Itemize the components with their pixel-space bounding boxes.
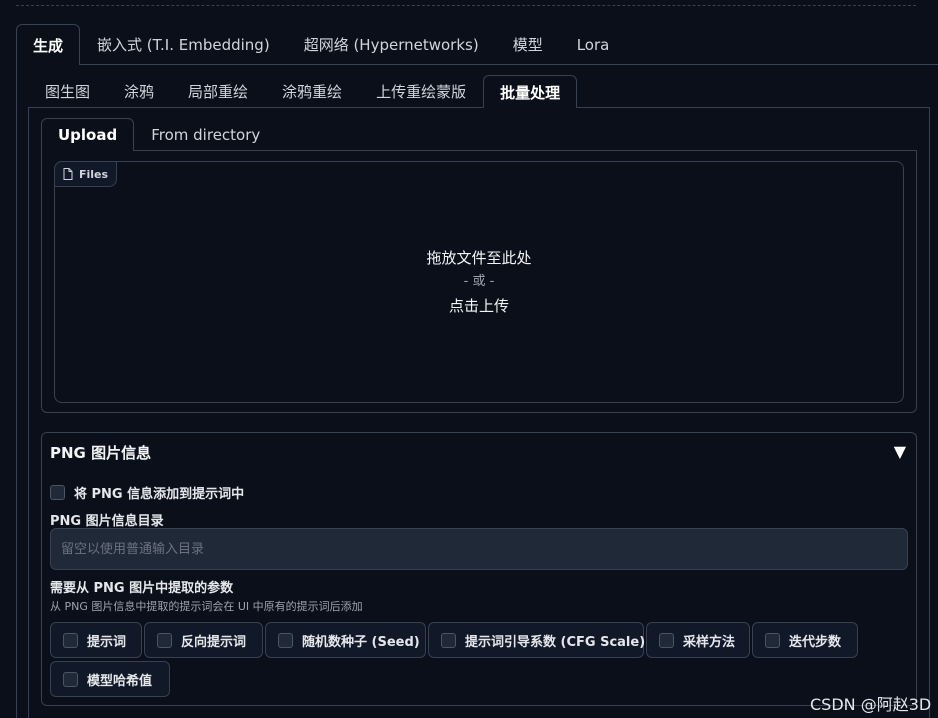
watermark: CSDN @阿赵3D	[810, 695, 932, 714]
param-prompt-checkbox[interactable]	[63, 632, 78, 648]
add-png-info-option[interactable]: 将 PNG 信息添加到提示词中	[50, 483, 244, 502]
param-negative-prompt-checkbox[interactable]	[157, 632, 172, 648]
collapse-caret-icon[interactable]: ▼	[894, 442, 906, 461]
files-badge-label: Files	[79, 167, 109, 181]
param-sampler-checkbox[interactable]	[659, 632, 674, 648]
drop-here-text: 拖放文件至此处	[426, 249, 532, 267]
param-negative-prompt-label: 反向提示词	[181, 634, 247, 650]
param-model-hash[interactable]: 模型哈希值	[50, 661, 170, 697]
param-sampler[interactable]: 采样方法	[646, 622, 750, 658]
tab-inpaint[interactable]: 局部重绘	[171, 75, 265, 107]
param-seed-checkbox[interactable]	[278, 632, 293, 648]
tab-models[interactable]: 模型	[496, 24, 560, 64]
param-steps[interactable]: 迭代步数	[752, 622, 858, 658]
params-sublabel: 从 PNG 图片信息中提取的提示词会在 UI 中原有的提示词后添加	[50, 600, 363, 613]
or-text: - 或 -	[463, 274, 495, 289]
file-dropzone[interactable]: Files 拖放文件至此处 - 或 - 点击上传	[54, 161, 904, 403]
param-cfg-scale-label: 提示词引导系数 (CFG Scale)	[465, 634, 646, 650]
param-seed-label: 随机数种子 (Seed)	[302, 634, 420, 650]
main-tab-bar: 生成 嵌入式 (T.I. Embedding) 超网络 (Hypernetwor…	[16, 24, 938, 65]
files-badge: Files	[54, 161, 118, 187]
param-sampler-label: 采样方法	[683, 634, 736, 650]
add-png-info-checkbox[interactable]	[50, 485, 65, 500]
tab-inpaint-upload[interactable]: 上传重绘蒙版	[359, 75, 483, 107]
file-icon	[63, 168, 73, 180]
tab-upload[interactable]: Upload	[41, 118, 135, 151]
png-info-accordion: PNG 图片信息 ▼ 将 PNG 信息添加到提示词中 PNG 图片信息目录 需要…	[41, 432, 917, 706]
tab-lora[interactable]: Lora	[560, 24, 627, 64]
tab-from-directory[interactable]: From directory	[134, 118, 277, 150]
param-seed[interactable]: 随机数种子 (Seed)	[265, 622, 426, 658]
tab-img2img[interactable]: 图生图	[28, 75, 107, 107]
param-model-hash-label: 模型哈希值	[87, 673, 153, 689]
params-label: 需要从 PNG 图片中提取的参数	[50, 581, 234, 596]
param-model-hash-checkbox[interactable]	[63, 671, 78, 687]
tab-inpaint-sketch[interactable]: 涂鸦重绘	[265, 75, 359, 107]
tab-batch[interactable]: 批量处理	[483, 75, 578, 108]
param-cfg-scale[interactable]: 提示词引导系数 (CFG Scale)	[428, 622, 646, 658]
png-info-title[interactable]: PNG 图片信息	[50, 442, 151, 463]
upload-tab-bar: Upload From directory	[41, 118, 917, 151]
param-negative-prompt[interactable]: 反向提示词	[144, 622, 263, 658]
img2img-tab-bar: 图生图 涂鸦 局部重绘 涂鸦重绘 上传重绘蒙版 批量处理	[28, 75, 930, 108]
top-divider	[16, 0, 916, 6]
param-cfg-scale-checkbox[interactable]	[441, 632, 456, 648]
tab-generate[interactable]: 生成	[16, 24, 81, 65]
dropzone-text: 拖放文件至此处 - 或 - 点击上传	[55, 246, 903, 318]
param-steps-checkbox[interactable]	[765, 632, 780, 648]
param-prompt[interactable]: 提示词	[50, 622, 142, 658]
tab-hypernetworks[interactable]: 超网络 (Hypernetworks)	[287, 24, 496, 64]
param-prompt-label: 提示词	[87, 634, 127, 650]
add-png-info-label: 将 PNG 信息添加到提示词中	[74, 487, 245, 502]
click-upload-text: 点击上传	[448, 297, 509, 315]
tab-embedding[interactable]: 嵌入式 (T.I. Embedding)	[80, 24, 287, 64]
param-steps-label: 迭代步数	[789, 634, 842, 650]
tab-sketch[interactable]: 涂鸦	[107, 75, 171, 107]
png-info-dir-input[interactable]	[50, 528, 908, 570]
png-info-dir-label: PNG 图片信息目录	[50, 514, 164, 529]
